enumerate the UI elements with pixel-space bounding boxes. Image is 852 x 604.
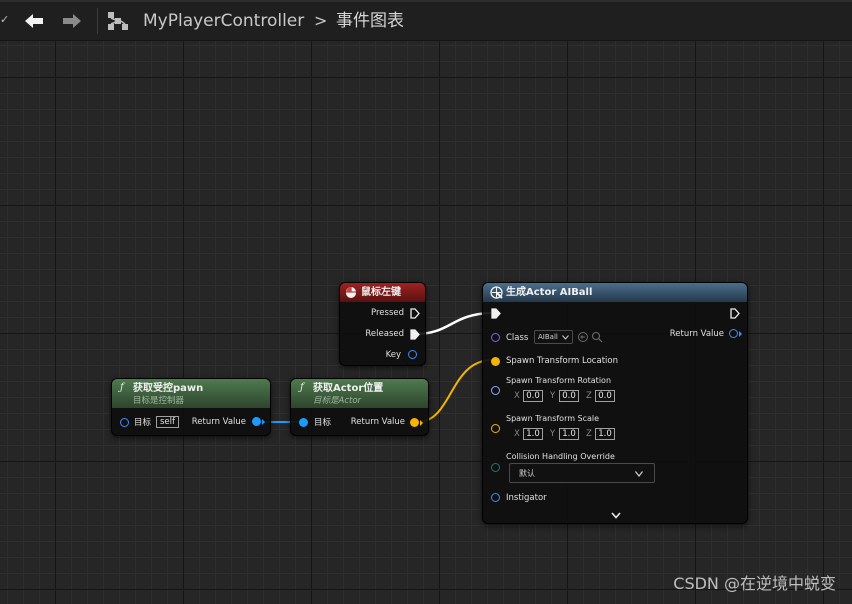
- collision-handling-dropdown[interactable]: 默认: [509, 463, 655, 483]
- pin-class[interactable]: [491, 333, 500, 342]
- forward-button[interactable]: [59, 9, 85, 33]
- pin-label-location: Spawn Transform Location: [506, 356, 618, 366]
- rotation-y-input[interactable]: 0.0: [559, 390, 579, 402]
- blueprint-editor: ✓ MyPlayerController > 事件图表 鼠标左键 Pressed…: [0, 0, 852, 604]
- scale-y-input[interactable]: 1.0: [559, 428, 579, 440]
- target-self-value[interactable]: self: [156, 416, 180, 428]
- node-get-controlled-pawn[interactable]: ƒ 获取受控pawn 目标是控制器 目标 self Return Value: [111, 378, 271, 436]
- pin-label-released: Released: [365, 329, 404, 339]
- pin-label-class: Class: [506, 333, 529, 343]
- chevron-down-icon: [562, 335, 569, 340]
- node-title: 生成Actor AIBall: [506, 287, 593, 298]
- exec-pin-out[interactable]: [730, 308, 740, 319]
- pin-target[interactable]: [299, 418, 308, 427]
- scale-z-input[interactable]: 1.0: [595, 428, 615, 440]
- exec-pin-released[interactable]: [410, 329, 420, 340]
- axis-label-z: Z: [586, 391, 592, 401]
- expand-advanced-icon[interactable]: [611, 512, 621, 519]
- pin-label-pressed: Pressed: [371, 308, 404, 318]
- node-subtitle: 目标是控制器: [133, 396, 185, 406]
- pin-return-value[interactable]: [410, 418, 419, 427]
- graph-icon: [104, 9, 132, 33]
- rotation-x-input[interactable]: 0.0: [523, 390, 543, 402]
- breadcrumb-graph-name[interactable]: MyPlayerController: [143, 11, 304, 31]
- pin-collision-handling[interactable]: [491, 463, 500, 472]
- pin-label-key: Key: [385, 350, 401, 360]
- node-get-actor-location[interactable]: ƒ 获取Actor位置 目标是Actor 目标 Return Value: [290, 378, 429, 436]
- mouse-icon: [346, 287, 356, 298]
- node-title: 获取Actor位置: [313, 383, 384, 394]
- node-subtitle: 目标是Actor: [313, 396, 362, 406]
- pin-label-collision: Collision Handling Override: [506, 452, 615, 461]
- pin-label-return: Return Value: [350, 417, 405, 427]
- pin-label-target: 目标: [314, 418, 332, 428]
- spawn-actor-icon: [490, 286, 503, 299]
- class-dropdown-value: AIBall: [538, 333, 558, 341]
- use-selected-icon[interactable]: [577, 331, 589, 343]
- pin-spawn-location[interactable]: [491, 357, 500, 366]
- axis-label-y: Y: [550, 391, 556, 401]
- editor-toolbar: ✓ MyPlayerController > 事件图表: [0, 0, 852, 41]
- scale-x-input[interactable]: 1.0: [523, 428, 543, 440]
- pin-arrow: [262, 419, 265, 425]
- exec-pin-pressed[interactable]: [410, 308, 420, 319]
- chevron-down-icon: [635, 471, 643, 477]
- exec-pin-in[interactable]: [491, 308, 501, 319]
- node-spawn-actor[interactable]: 生成Actor AIBall Class AIBall Return Value: [482, 282, 748, 524]
- pin-label-scale: Spawn Transform Scale: [506, 414, 600, 423]
- toolbar-divider: [97, 8, 98, 34]
- node-title: 获取受控pawn: [133, 383, 204, 394]
- class-dropdown[interactable]: AIBall: [534, 330, 573, 344]
- function-icon: ƒ: [300, 382, 304, 393]
- axis-label-z: Z: [586, 429, 592, 439]
- toolbar-top-line: [0, 0, 852, 2]
- browse-search-icon[interactable]: [591, 331, 603, 343]
- pin-key[interactable]: [408, 350, 417, 359]
- pin-arrow: [420, 420, 423, 426]
- pin-arrow: [739, 331, 742, 337]
- axis-label-y: Y: [550, 429, 556, 439]
- rotation-z-input[interactable]: 0.0: [595, 390, 615, 402]
- chevron-down-icon[interactable]: ✓: [0, 13, 9, 26]
- pin-spawn-rotation[interactable]: [491, 386, 500, 395]
- collision-dropdown-value: 默认: [519, 469, 535, 478]
- watermark: CSDN @在逆境中蜕变: [673, 574, 836, 593]
- function-icon: ƒ: [120, 382, 124, 393]
- arrow-left-icon: [25, 14, 43, 28]
- pin-instigator[interactable]: [491, 493, 500, 502]
- axis-label-x: X: [514, 429, 520, 439]
- pin-label-target: 目标: [134, 418, 152, 428]
- pin-target[interactable]: [120, 418, 129, 427]
- node-title: 鼠标左键: [361, 287, 401, 298]
- pin-label-return: Return Value: [669, 329, 724, 339]
- pin-label-instigator: Instigator: [506, 493, 547, 503]
- pin-label-rotation: Spawn Transform Rotation: [506, 376, 612, 385]
- axis-label-x: X: [514, 391, 520, 401]
- pin-label-return: Return Value: [191, 417, 246, 427]
- arrow-right-icon: [63, 14, 81, 28]
- pin-return-value[interactable]: [252, 417, 261, 426]
- breadcrumb-separator: >: [314, 11, 328, 30]
- node-left-mouse-button[interactable]: 鼠标左键 Pressed Released Key: [339, 282, 426, 366]
- back-button[interactable]: [21, 9, 47, 33]
- pin-return-value[interactable]: [729, 329, 738, 338]
- pin-spawn-scale[interactable]: [491, 424, 500, 433]
- breadcrumb-current-graph: 事件图表: [336, 11, 404, 31]
